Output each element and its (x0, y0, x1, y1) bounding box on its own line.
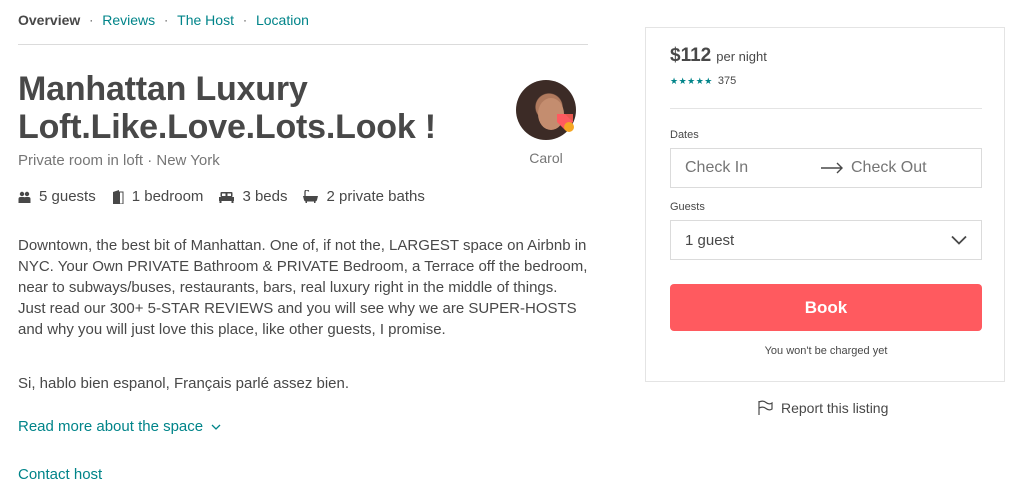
guests-label: Guests (670, 201, 705, 213)
no-charge-note: You won't be charged yet (764, 345, 888, 357)
bath-icon (303, 190, 319, 203)
nav-divider (18, 44, 588, 45)
superhost-badge-icon (557, 114, 574, 132)
nav-the-host[interactable]: The Host (177, 12, 234, 28)
dates-label: Dates (670, 129, 699, 141)
nav-separator: · (89, 13, 94, 27)
chevron-down-icon (951, 235, 967, 245)
chevron-down-icon (211, 424, 221, 430)
nav-reviews[interactable]: Reviews (102, 12, 155, 28)
listing-subtitle: Private room in loft · New York (18, 152, 220, 169)
read-more-label: Read more about the space (18, 418, 204, 435)
amenity-baths: 2 private baths (303, 188, 425, 205)
listing-description: Downtown, the best bit of Manhattan. One… (18, 237, 588, 338)
review-count: 375 (717, 75, 737, 87)
guests-value: 1 guest (685, 231, 735, 249)
check-in-input[interactable]: Check In (685, 159, 815, 177)
flag-icon (758, 400, 773, 415)
nightly-price: $112 (670, 45, 712, 66)
amenity-label: 2 private baths (326, 188, 425, 205)
nav-location[interactable]: Location (256, 12, 309, 28)
nav-separator: · (164, 13, 169, 27)
amenity-label: 5 guests (39, 188, 96, 205)
booking-card: $112 per night ★★★★★ 375 Dates Check In … (645, 27, 1005, 382)
card-divider (670, 108, 982, 109)
guests-select[interactable]: 1 guest (670, 220, 982, 260)
rating-row[interactable]: ★★★★★ 375 (670, 75, 736, 87)
listing-title: Manhattan Luxury Loft.Like.Love.Lots.Loo… (18, 70, 436, 146)
read-more-link[interactable]: Read more about the space (18, 418, 221, 435)
amenity-bedroom: 1 bedroom (112, 188, 204, 205)
per-night-label: per night (716, 49, 767, 64)
nav-separator: · (242, 13, 247, 27)
check-out-input[interactable]: Check Out (851, 159, 927, 177)
guests-icon (18, 191, 31, 203)
languages-note: Si, hablo bien espanol, Français parlé a… (18, 375, 350, 392)
contact-host-link[interactable]: Contact host (18, 466, 102, 483)
amenity-guests: 5 guests (18, 188, 96, 205)
amenities-row: 5 guests 1 bedroom 3 beds 2 private bath… (18, 188, 441, 205)
report-label: Report this listing (781, 400, 889, 416)
star-rating-icon: ★★★★★ (670, 75, 713, 86)
bedroom-icon (112, 189, 124, 204)
amenity-label: 3 beds (242, 188, 288, 205)
nav-overview[interactable]: Overview (18, 12, 80, 28)
amenity-beds: 3 beds (219, 188, 287, 205)
arrow-right-icon (821, 162, 843, 174)
section-nav: Overview · Reviews · The Host · Location (18, 12, 309, 28)
price-row: $112 per night (670, 45, 767, 67)
bed-icon (219, 191, 235, 203)
dates-field: Check In Check Out (670, 148, 982, 188)
host-name[interactable]: Carol (510, 150, 582, 166)
book-button[interactable]: Book (670, 284, 982, 331)
amenity-label: 1 bedroom (131, 188, 204, 205)
report-listing-link[interactable]: Report this listing (757, 400, 888, 416)
